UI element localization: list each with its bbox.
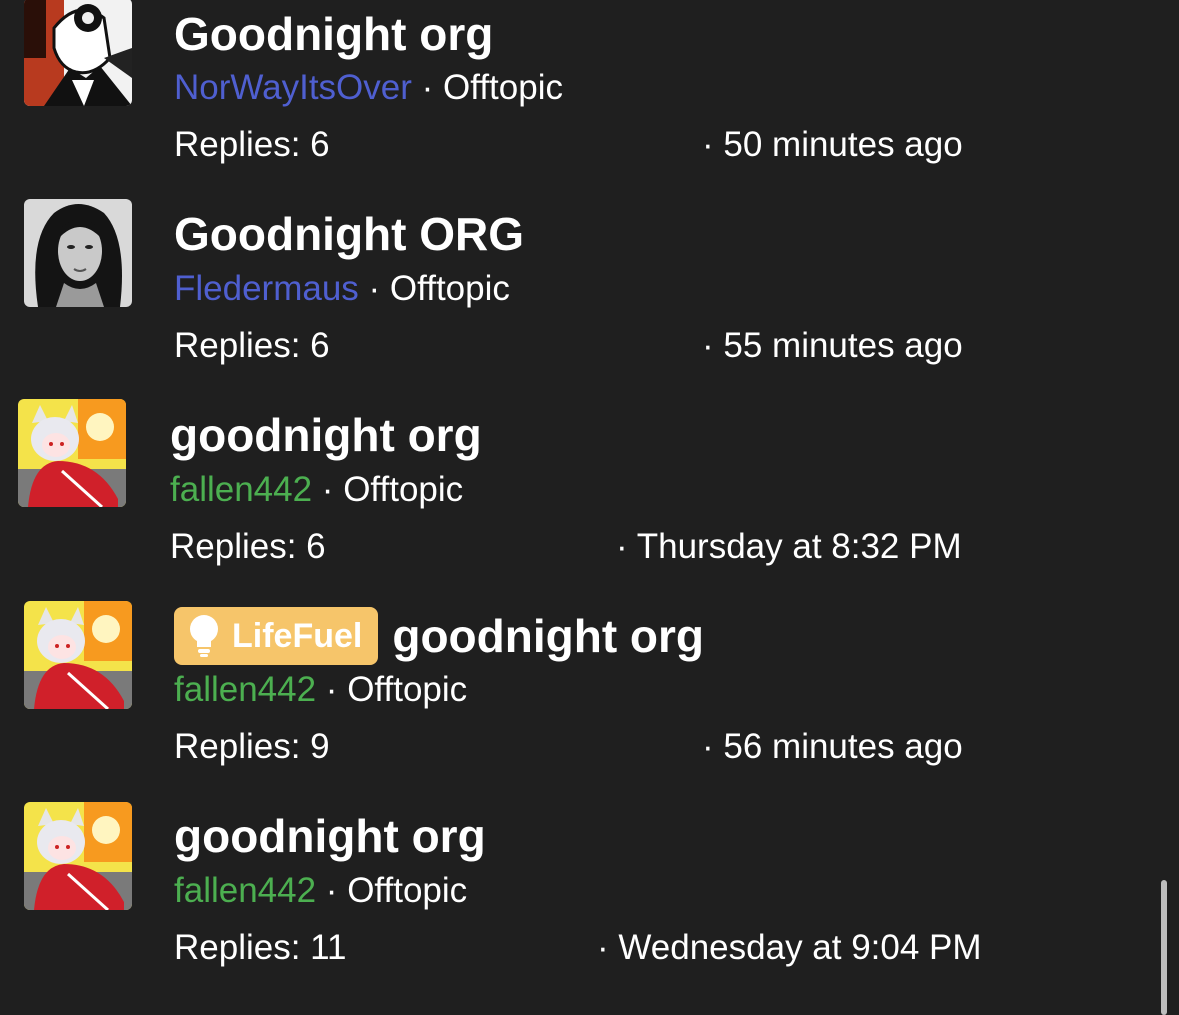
forum-link[interactable]: Offtopic <box>343 470 463 509</box>
avatar[interactable] <box>24 601 132 709</box>
author-link[interactable]: fallen442 <box>170 470 312 509</box>
meta-separator: · <box>316 670 348 709</box>
prefix-label: LifeFuel <box>232 616 363 655</box>
forum-link[interactable]: Offtopic <box>443 68 563 107</box>
last-post-time[interactable]: · 50 minutes ago <box>702 125 963 165</box>
last-post-time[interactable]: · Wednesday at 9:04 PM <box>597 928 982 968</box>
avatar[interactable] <box>24 199 132 307</box>
thread-item[interactable]: Goodnight ORG Fledermaus · Offtopic Repl… <box>0 199 1150 400</box>
author-link[interactable]: fallen442 <box>174 670 316 709</box>
thread-item[interactable]: goodnight org fallen442 · Offtopic Repli… <box>0 800 1150 1000</box>
replies-count: Replies: 9 <box>174 727 330 766</box>
replies-count: Replies: 6 <box>170 527 326 566</box>
thread-title[interactable]: goodnight org <box>392 610 704 662</box>
avatar[interactable] <box>24 802 132 910</box>
author-link[interactable]: fallen442 <box>174 871 316 910</box>
thread-item[interactable]: Goodnight org NorWayItsOver · Offtopic R… <box>0 0 1150 200</box>
author-link[interactable]: NorWayItsOver <box>174 68 412 107</box>
replies-count: Replies: 11 <box>174 928 347 967</box>
avatar[interactable] <box>24 0 132 106</box>
lightbulb-icon <box>190 615 218 657</box>
meta-separator: · <box>358 269 390 308</box>
forum-link[interactable]: Offtopic <box>347 871 467 910</box>
last-post-time[interactable]: · 56 minutes ago <box>702 727 963 767</box>
meta-separator: · <box>312 470 344 509</box>
meta-separator: · <box>411 68 443 107</box>
thread-item[interactable]: goodnight org fallen442 · Offtopic Repli… <box>0 399 1150 600</box>
author-link[interactable]: Fledermaus <box>174 269 359 308</box>
anime-catgirl-avatar <box>24 601 132 709</box>
thread-title[interactable]: goodnight org <box>170 409 482 461</box>
thread-item[interactable]: LifeFuel goodnight org fallen442 · Offto… <box>0 600 1150 800</box>
noir-masked-figure-avatar <box>24 0 132 106</box>
avatar[interactable] <box>18 399 126 507</box>
dark-haired-woman-avatar <box>24 199 132 307</box>
meta-separator: · <box>316 871 348 910</box>
anime-catgirl-avatar <box>18 399 126 507</box>
last-post-time[interactable]: · 55 minutes ago <box>702 326 963 366</box>
thread-title[interactable]: Goodnight ORG <box>174 208 524 260</box>
scrollbar[interactable] <box>1161 880 1167 1015</box>
thread-title[interactable]: Goodnight org <box>174 8 493 60</box>
last-post-time[interactable]: · Thursday at 8:32 PM <box>616 527 962 567</box>
thread-title[interactable]: goodnight org <box>174 810 486 862</box>
prefix-badge[interactable]: LifeFuel <box>174 607 379 665</box>
forum-link[interactable]: Offtopic <box>347 670 467 709</box>
replies-count: Replies: 6 <box>174 326 330 365</box>
replies-count: Replies: 6 <box>174 125 330 164</box>
forum-link[interactable]: Offtopic <box>390 269 510 308</box>
anime-catgirl-avatar <box>24 802 132 910</box>
